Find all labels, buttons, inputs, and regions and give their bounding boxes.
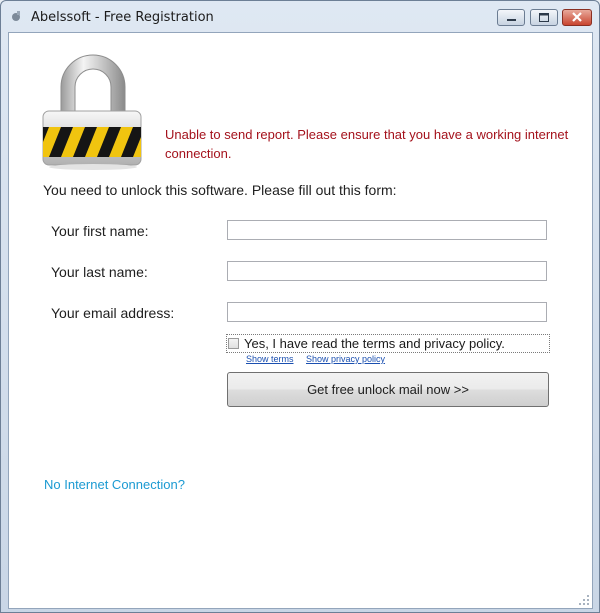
terms-label[interactable]: Yes, I have read the terms and privacy p… — [244, 336, 505, 351]
last-name-label: Your last name: — [51, 264, 148, 280]
maximize-button[interactable] — [530, 9, 558, 26]
client-area: Unable to send report. Please ensure tha… — [8, 32, 593, 609]
window-title: Abelssoft - Free Registration — [31, 10, 214, 25]
close-icon — [572, 12, 582, 22]
resize-grip-icon[interactable] — [578, 594, 590, 606]
title-bar[interactable]: Abelssoft - Free Registration — [1, 1, 599, 33]
terms-checkbox[interactable] — [228, 338, 239, 349]
minimize-button[interactable] — [497, 9, 525, 26]
first-name-input[interactable] — [227, 220, 547, 240]
registration-window: Abelssoft - Free Registration Unable to … — [0, 0, 600, 613]
show-privacy-policy-link[interactable]: Show privacy policy — [306, 354, 385, 364]
get-unlock-mail-button[interactable]: Get free unlock mail now >> — [227, 372, 549, 407]
form-intro: You need to unlock this software. Please… — [43, 182, 397, 198]
minimize-icon — [507, 19, 516, 21]
abelssoft-app-icon — [12, 11, 20, 21]
last-name-input[interactable] — [227, 261, 547, 281]
no-internet-connection-link[interactable]: No Internet Connection? — [44, 477, 185, 492]
email-input[interactable] — [227, 302, 547, 322]
close-button[interactable] — [562, 9, 592, 26]
show-terms-link[interactable]: Show terms — [246, 354, 294, 364]
padlock-icon — [42, 54, 142, 170]
error-message: Unable to send report. Please ensure tha… — [165, 127, 569, 161]
maximize-icon — [539, 13, 549, 22]
email-label: Your email address: — [51, 305, 175, 321]
first-name-label: Your first name: — [51, 223, 149, 239]
